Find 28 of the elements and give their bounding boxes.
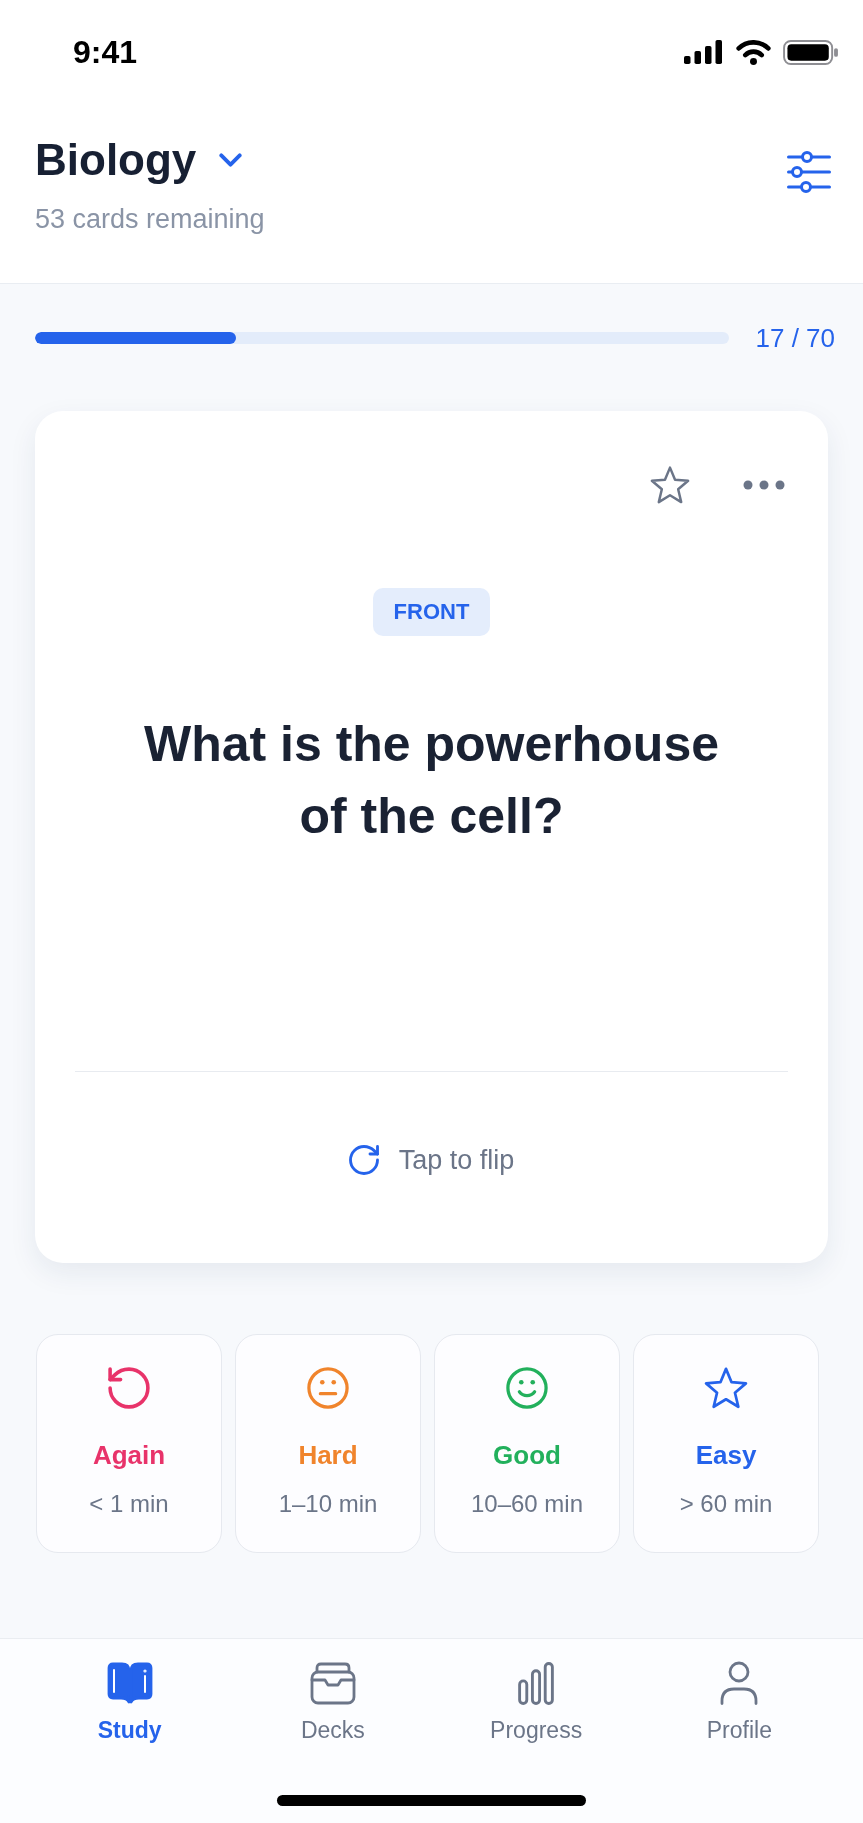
- signal-icon: [684, 40, 724, 64]
- more-icon[interactable]: [743, 480, 785, 490]
- deck-title: Biology: [35, 134, 197, 186]
- archive-box-icon: [308, 1661, 357, 1705]
- wifi-icon: [736, 39, 771, 65]
- flip-hint[interactable]: Tap to flip: [398, 1143, 515, 1177]
- card-side-badge: FRONT: [372, 588, 491, 636]
- battery-icon: [783, 39, 839, 65]
- bar-chart-icon: [518, 1662, 555, 1705]
- filter-icon[interactable]: [787, 151, 831, 193]
- person-icon: [719, 1661, 760, 1705]
- nav-tab[interactable]: Study: [97, 1661, 162, 1745]
- nav-tab[interactable]: Progress: [490, 1661, 583, 1745]
- rating-button[interactable]: Easy > 60 min: [633, 1334, 819, 1553]
- rating-button[interactable]: Good 10–60 min: [434, 1334, 620, 1553]
- nav-tab[interactable]: Decks: [300, 1661, 365, 1745]
- book-icon: [105, 1661, 154, 1705]
- flashcard[interactable]: FRONT What is the powerhouse of the cell? Tap to flip: [35, 411, 828, 1263]
- progress-count: 17 / 70: [755, 324, 835, 352]
- question-text: What is the powerhouse of the cell?: [142, 715, 721, 846]
- refresh-icon[interactable]: [348, 1145, 379, 1175]
- chevron-down-icon[interactable]: [219, 153, 243, 168]
- rating-button[interactable]: Again < 1 min: [36, 1334, 222, 1553]
- status-time: 9:41: [73, 32, 138, 72]
- rating-button[interactable]: Hard 1–10 min: [235, 1334, 421, 1553]
- star-icon[interactable]: [650, 466, 690, 504]
- cards-remaining: 53 cards remaining: [35, 202, 265, 236]
- nav-tab[interactable]: Profile: [706, 1661, 772, 1745]
